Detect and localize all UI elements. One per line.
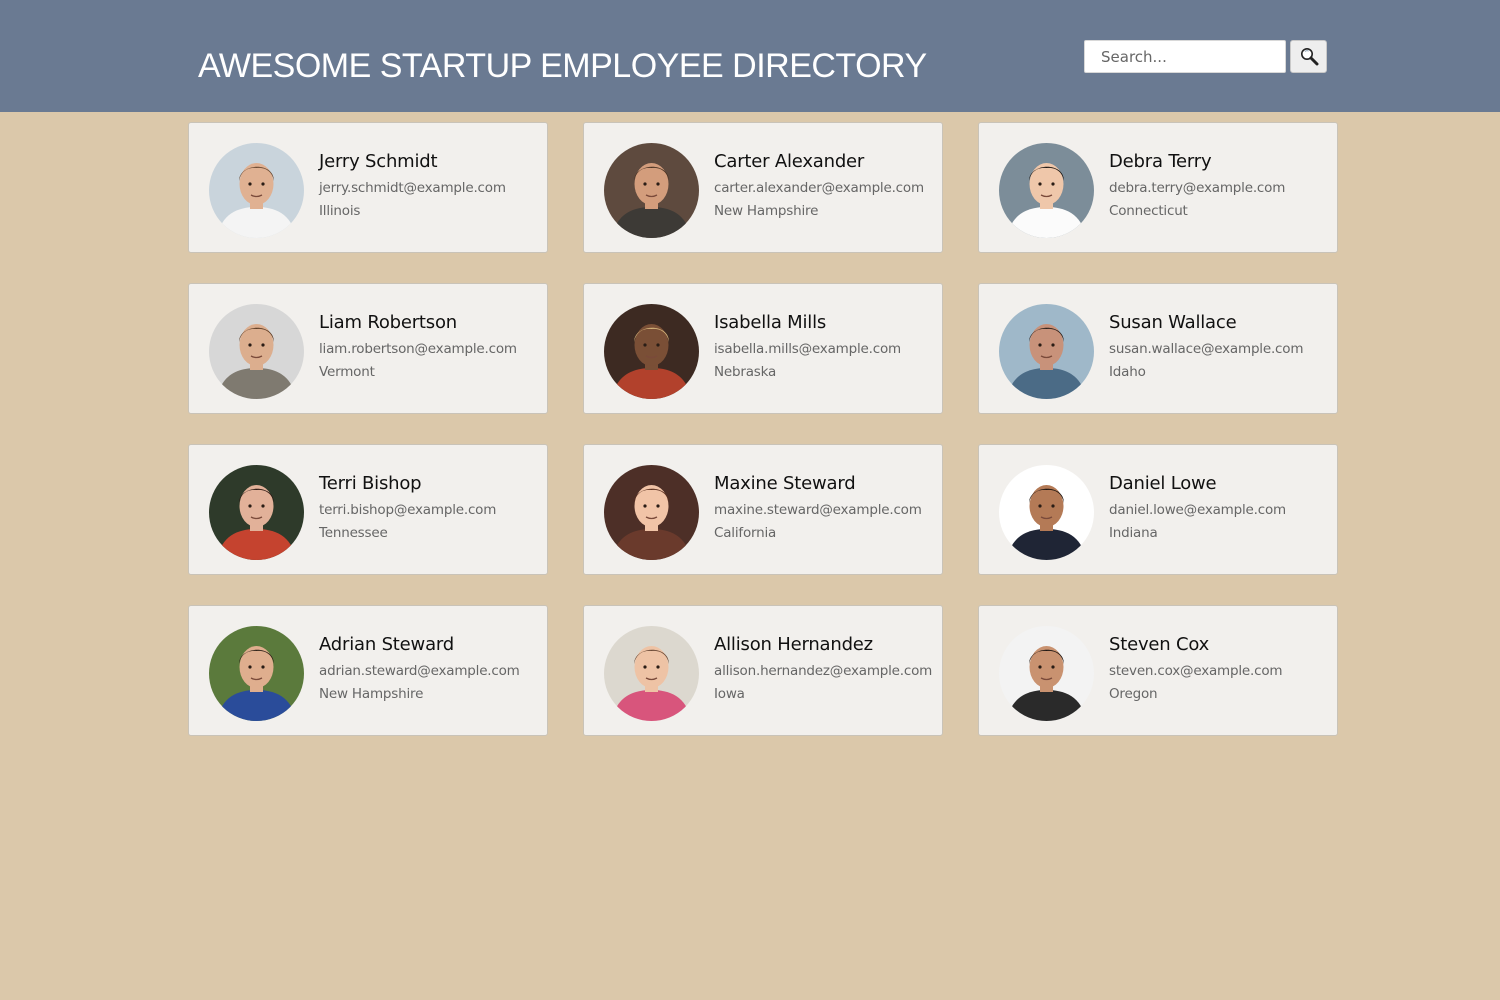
employee-location: Indiana [1109,525,1158,541]
employee-location: New Hampshire [319,686,424,702]
employee-avatar [604,143,699,238]
employee-info: Allison Hernandez allison.hernandez@examp… [714,633,939,706]
employee-card[interactable]: Terri Bishop terri.bishop@example.com Tenn… [188,444,548,575]
employee-info: Terri Bishop terri.bishop@example.com Tenn… [319,472,544,545]
employee-avatar [604,304,699,399]
employee-email: liam.robertson@example.com [319,341,517,357]
employee-location: Illinois [319,203,361,219]
employee-name: Allison Hernandez [714,634,873,655]
employee-location: Connecticut [1109,203,1188,219]
employee-card[interactable]: Maxine Steward maxine.steward@example.com… [583,444,943,575]
employee-gallery: Jerry Schmidt jerry.schmidt@example.com Il… [0,0,1500,1000]
employee-email: steven.cox@example.com [1109,663,1283,679]
search-input[interactable] [1084,40,1286,73]
employee-info: Liam Robertson liam.robertson@example.com… [319,311,544,384]
employee-card[interactable]: Isabella Mills isabella.mills@example.com… [583,283,943,414]
employee-avatar [999,143,1094,238]
employee-name: Carter Alexander [714,151,865,172]
employee-card[interactable]: Steven Cox steven.cox@example.com Oregon [978,605,1338,736]
employee-name: Jerry Schmidt [319,151,438,172]
employee-avatar [999,304,1094,399]
employee-avatar [604,465,699,560]
employee-email: adrian.steward@example.com [319,663,520,679]
employee-name: Terri Bishop [319,473,422,494]
page-header: AWESOME STARTUP EMPLOYEE DIRECTORY [0,0,1500,112]
employee-name: Daniel Lowe [1109,473,1217,494]
employee-email: isabella.mills@example.com [714,341,901,357]
employee-info: Adrian Steward adrian.steward@example.com… [319,633,544,706]
employee-card[interactable]: Daniel Lowe daniel.lowe@example.com Indian… [978,444,1338,575]
employee-location: Iowa [714,686,745,702]
employee-card[interactable]: Liam Robertson liam.robertson@example.com… [188,283,548,414]
employee-email: debra.terry@example.com [1109,180,1286,196]
employee-location: Nebraska [714,364,777,380]
employee-card[interactable]: Susan Wallace susan.wallace@example.com Id… [978,283,1338,414]
employee-location: California [714,525,777,541]
employee-avatar [209,465,304,560]
employee-name: Isabella Mills [714,312,827,333]
employee-info: Jerry Schmidt jerry.schmidt@example.com Il… [319,150,544,223]
employee-email: terri.bishop@example.com [319,502,497,518]
employee-location: Idaho [1109,364,1146,380]
employee-avatar [604,626,699,721]
employee-name: Susan Wallace [1109,312,1237,333]
employee-email: susan.wallace@example.com [1109,341,1304,357]
employee-card[interactable]: Adrian Steward adrian.steward@example.com… [188,605,548,736]
employee-avatar [209,304,304,399]
employee-avatar [999,626,1094,721]
employee-name: Liam Robertson [319,312,457,333]
employee-info: Maxine Steward maxine.steward@example.com… [714,472,939,545]
employee-card[interactable]: Debra Terry debra.terry@example.com Connec… [978,122,1338,253]
employee-name: Adrian Steward [319,634,455,655]
employee-avatar [209,626,304,721]
employee-info: Steven Cox steven.cox@example.com Oregon [1109,633,1334,706]
magnifier-icon [1301,48,1319,66]
employee-name: Debra Terry [1109,151,1212,172]
employee-avatar [209,143,304,238]
employee-card[interactable]: Allison Hernandez allison.hernandez@examp… [583,605,943,736]
employee-location: Tennessee [319,525,388,541]
employee-email: jerry.schmidt@example.com [319,180,506,196]
employee-info: Susan Wallace susan.wallace@example.com Id… [1109,311,1334,384]
employee-email: maxine.steward@example.com [714,502,922,518]
employee-location: Vermont [319,364,375,380]
employee-info: Daniel Lowe daniel.lowe@example.com Indian… [1109,472,1334,545]
page-title: AWESOME STARTUP EMPLOYEE DIRECTORY [198,47,927,85]
employee-avatar [999,465,1094,560]
search-button[interactable] [1290,40,1327,73]
employee-info: Debra Terry debra.terry@example.com Connec… [1109,150,1334,223]
employee-location: New Hampshire [714,203,819,219]
employee-name: Maxine Steward [714,473,856,494]
employee-location: Oregon [1109,686,1158,702]
employee-email: carter.alexander@example.com [714,180,924,196]
employee-card[interactable]: Carter Alexander carter.alexander@example… [583,122,943,253]
employee-card[interactable]: Jerry Schmidt jerry.schmidt@example.com Il… [188,122,548,253]
employee-info: Carter Alexander carter.alexander@example… [714,150,939,223]
employee-name: Steven Cox [1109,634,1210,655]
employee-email: daniel.lowe@example.com [1109,502,1286,518]
employee-info: Isabella Mills isabella.mills@example.com… [714,311,939,384]
employee-email: allison.hernandez@example.com [714,663,933,679]
